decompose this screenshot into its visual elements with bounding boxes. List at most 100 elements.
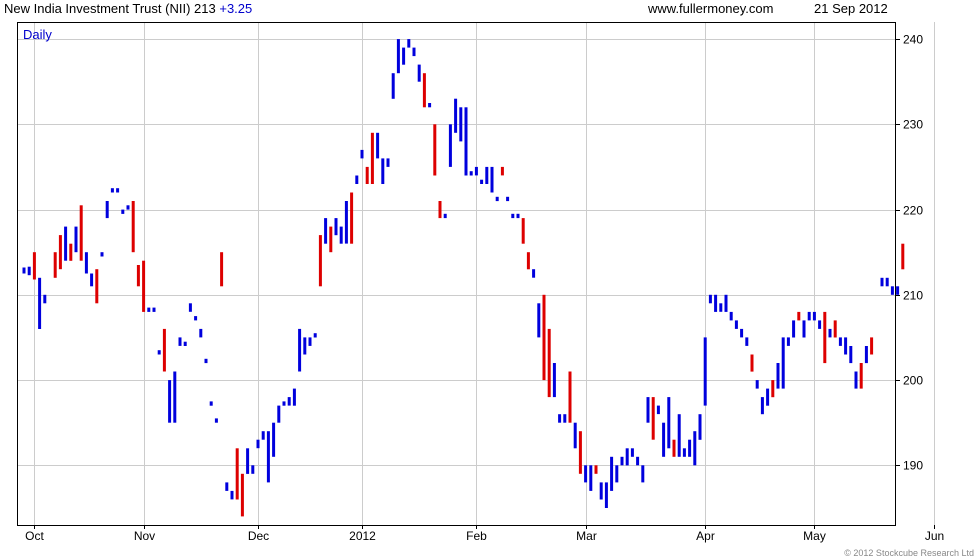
price-bar (188, 303, 192, 312)
price-bar (750, 354, 754, 372)
price-bar (516, 213, 520, 219)
price-bar (183, 341, 187, 346)
price-bar (74, 226, 78, 253)
price-bar (386, 158, 390, 167)
price-bar (599, 482, 603, 500)
price-bar (901, 243, 905, 270)
price-bar (58, 235, 62, 270)
price-bar (209, 401, 213, 406)
price-bar (786, 337, 790, 346)
price-bar (708, 294, 712, 304)
price-bar (677, 414, 681, 457)
price-bar (313, 333, 317, 338)
price-bar (797, 311, 801, 321)
price-bar (734, 320, 738, 329)
price-bar (495, 196, 499, 202)
price-bar (173, 371, 177, 423)
price-bar (147, 307, 151, 312)
price-bar (584, 465, 588, 483)
price-bar (542, 294, 546, 381)
price-bar (344, 201, 348, 244)
price-bar (589, 465, 593, 491)
price-bar (823, 311, 827, 364)
price-bar (521, 218, 525, 244)
price-bar (38, 277, 42, 329)
price-bar (84, 252, 88, 274)
x-tick-label: Dec (248, 529, 269, 543)
x-tick-label: Apr (696, 529, 715, 543)
price-bar (376, 132, 380, 159)
price-bar (438, 201, 442, 219)
price-bar (880, 277, 884, 287)
price-bar (719, 303, 723, 312)
price-bar (162, 328, 166, 372)
price-bar (610, 456, 614, 491)
price-bar (355, 175, 359, 184)
price-bar (121, 209, 125, 214)
y-tick-label: 190 (903, 459, 923, 473)
price-bar (703, 337, 707, 406)
price-chart: 190 200 210 220 230 240 Oct Nov Dec 2012 Feb Mar Apr… (17, 22, 944, 543)
price-bar (350, 192, 354, 244)
price-bar (641, 465, 645, 483)
price-bar (511, 213, 515, 219)
price-bar (688, 439, 692, 457)
copyright-notice: © 2012 Stockcube Research Ltd (844, 548, 974, 558)
price-bar (396, 39, 400, 74)
price-bar (282, 401, 286, 406)
price-bar (755, 380, 759, 389)
price-bar (266, 431, 270, 483)
price-bar (136, 265, 140, 287)
price-bar (448, 124, 452, 167)
price-bar (69, 243, 73, 261)
price-bar (818, 320, 822, 329)
price-bar (896, 286, 900, 295)
price-bar (537, 303, 541, 338)
price-bar (142, 260, 146, 312)
price-bar (469, 171, 473, 176)
price-bar (454, 98, 458, 133)
y-tick-label: 200 (903, 374, 923, 388)
price-bar (714, 294, 718, 312)
price-bar (464, 107, 468, 176)
price-bar (833, 320, 837, 338)
price-bar (178, 337, 182, 346)
price-bar (620, 456, 624, 466)
price-bar (152, 307, 156, 312)
price-bar (381, 158, 385, 184)
price-bar (402, 47, 406, 65)
price-bar (682, 448, 686, 457)
price-bar (890, 286, 894, 295)
price-bar (318, 235, 322, 287)
price-bar (480, 179, 484, 184)
price-bar (849, 346, 853, 364)
price-bar (422, 73, 426, 108)
price-bar (303, 337, 307, 355)
price-bar (168, 380, 172, 423)
price-bar (110, 188, 114, 193)
price-bar (656, 405, 660, 415)
price-bar (32, 252, 36, 280)
price-bar (391, 73, 395, 99)
price-bar (407, 39, 411, 48)
price-bar (43, 294, 47, 304)
price-bar (324, 218, 328, 244)
price-bar (256, 439, 260, 449)
y-tick-label: 210 (903, 289, 923, 303)
price-bar (615, 465, 619, 483)
price-bar (693, 431, 697, 466)
price-bar (204, 358, 208, 364)
price-bar (251, 465, 255, 474)
price-bar (433, 124, 437, 176)
price-bar (885, 277, 889, 287)
price-bar (594, 465, 598, 474)
price-bar (740, 328, 744, 338)
price-bar (672, 439, 676, 457)
price-bar (812, 311, 816, 321)
price-bar (240, 473, 244, 517)
price-bar (526, 252, 530, 270)
price-bar (298, 328, 302, 372)
price-bar (547, 328, 551, 398)
period-label: Daily (23, 27, 52, 42)
price-bar (412, 47, 416, 57)
